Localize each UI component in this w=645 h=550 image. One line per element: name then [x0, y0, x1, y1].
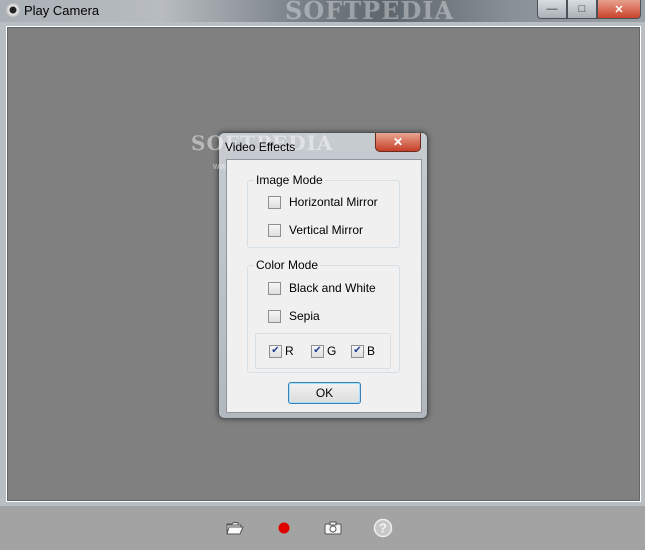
sepia-checkbox[interactable] [268, 309, 281, 323]
dialog-close-button[interactable]: ✕ [375, 133, 421, 152]
maximize-button[interactable]: □ [567, 0, 597, 19]
image-mode-group: Image Mode Horizontal Mirror Vertical Mi… [247, 173, 400, 248]
dialog-client: Image Mode Horizontal Mirror Vertical Mi… [226, 159, 422, 413]
red-channel-option[interactable]: ✔ R [269, 344, 294, 358]
blue-channel-label: B [367, 344, 376, 358]
color-mode-group: Color Mode Black and White Sepia ✔ R ✔ G [247, 258, 400, 373]
green-channel-option[interactable]: ✔ G [311, 344, 336, 358]
record-icon [278, 522, 290, 534]
horizontal-mirror-checkbox[interactable] [268, 195, 281, 209]
window-title: Play Camera [24, 3, 100, 18]
vertical-mirror-option[interactable]: Vertical Mirror [268, 223, 363, 237]
webcam-app-icon [6, 3, 20, 17]
black-and-white-label: Black and White [289, 281, 376, 295]
red-channel-checkbox[interactable]: ✔ [269, 344, 282, 358]
horizontal-mirror-label: Horizontal Mirror [289, 195, 378, 209]
snapshot-button[interactable] [323, 518, 343, 538]
color-mode-label: Color Mode [254, 258, 321, 272]
window-controls: — □ ✕ [537, 0, 641, 19]
rgb-channel-box: ✔ R ✔ G ✔ B [255, 333, 391, 369]
black-and-white-option[interactable]: Black and White [268, 281, 376, 295]
sepia-label: Sepia [289, 309, 320, 323]
image-mode-label: Image Mode [254, 173, 325, 187]
dialog-title: Video Effects [225, 140, 296, 154]
green-channel-label: G [327, 344, 337, 358]
ok-button[interactable]: OK [288, 382, 361, 404]
blue-channel-checkbox[interactable]: ✔ [351, 344, 364, 358]
vertical-mirror-label: Vertical Mirror [289, 223, 364, 237]
record-button[interactable] [274, 518, 294, 538]
minimize-button[interactable]: — [537, 0, 567, 19]
title-bar: SOFTPEDIA Play Camera — □ ✕ [0, 0, 645, 25]
vertical-mirror-checkbox[interactable] [268, 223, 281, 237]
red-channel-label: R [285, 344, 294, 358]
help-button[interactable]: ? [373, 518, 393, 538]
video-effects-dialog: SOFTPEDIA www.softpedia.com Video Effect… [191, 131, 428, 419]
open-folder-button[interactable] [225, 518, 245, 538]
sepia-option[interactable]: Sepia [268, 309, 320, 323]
camera-icon [324, 521, 342, 535]
svg-text:?: ? [379, 521, 387, 536]
black-and-white-checkbox[interactable] [268, 281, 281, 295]
horizontal-mirror-option[interactable]: Horizontal Mirror [268, 195, 378, 209]
blue-channel-option[interactable]: ✔ B [351, 344, 375, 358]
help-icon: ? [373, 518, 393, 538]
green-channel-checkbox[interactable]: ✔ [311, 344, 324, 358]
bottom-toolbar: ? [0, 506, 645, 550]
folder-open-icon [226, 522, 244, 535]
close-button[interactable]: ✕ [597, 0, 641, 19]
